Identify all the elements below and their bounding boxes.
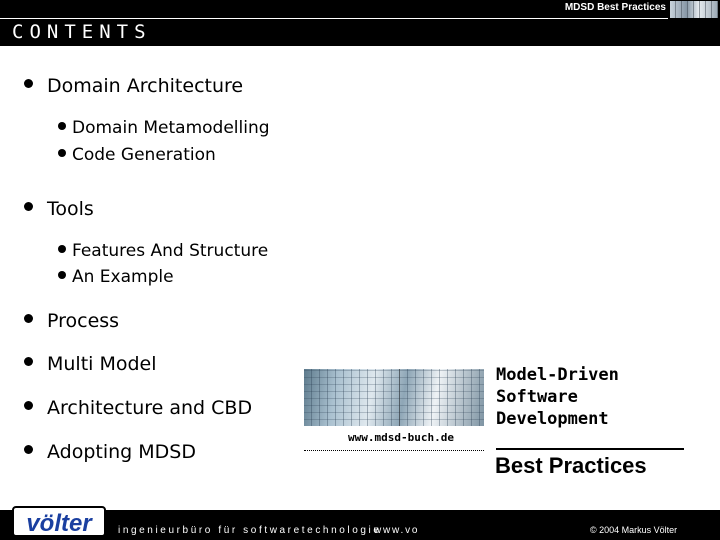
- bullet-icon: [24, 400, 33, 410]
- bullet-icon: [58, 245, 66, 253]
- bullet-icon: [24, 313, 33, 323]
- book-cover-image: [304, 369, 484, 426]
- contents-item-label: Domain Architecture: [47, 75, 244, 97]
- contents-item-label: Tools: [47, 198, 94, 220]
- contents-subitem-features-and-structure: Features And Structure: [58, 241, 268, 261]
- contents-subitem-label: Features And Structure: [72, 241, 269, 261]
- book-subtitle: Best Practices: [495, 453, 647, 478]
- bullet-icon: [24, 444, 33, 454]
- bullet-icon: [24, 78, 33, 88]
- contents-item-label: Process: [47, 310, 120, 332]
- book-divider: [304, 450, 484, 451]
- contents-item-multi-model: Multi Model: [24, 353, 157, 375]
- bullet-icon: [58, 271, 66, 279]
- header-building-image: [670, 1, 718, 18]
- footer-url: www.vo: [374, 525, 420, 536]
- contents-item-tools: Tools: [24, 198, 94, 220]
- header-label: MDSD Best Practices: [564, 2, 666, 13]
- contents-subitem-domain-metamodelling: Domain Metamodelling: [58, 118, 270, 138]
- bullet-icon: [24, 356, 33, 366]
- contents-item-label: Adopting MDSD: [47, 441, 196, 463]
- contents-item-process: Process: [24, 310, 119, 332]
- bullet-icon: [58, 122, 66, 130]
- bullet-icon: [24, 201, 33, 211]
- contents-subitem-label: Domain Metamodelling: [72, 118, 270, 138]
- contents-subitem-an-example: An Example: [58, 267, 174, 287]
- book-title-line: Software: [496, 387, 578, 407]
- page-title: CONTENTS: [12, 21, 152, 43]
- contents-item-label: Multi Model: [47, 353, 157, 375]
- contents-item-architecture-and-cbd: Architecture and CBD: [24, 397, 252, 419]
- book-title-line: Development: [496, 409, 609, 429]
- bullet-icon: [58, 149, 66, 157]
- contents-item-label: Architecture and CBD: [47, 397, 253, 419]
- book-url: www.mdsd-buch.de: [348, 431, 454, 444]
- footer-copyright: © 2004 Markus Völter: [590, 525, 678, 535]
- book-title-line: Model-Driven: [496, 365, 619, 385]
- contents-item-adopting-mdsd: Adopting MDSD: [24, 441, 196, 463]
- header-rule: [0, 18, 668, 19]
- contents-subitem-label: Code Generation: [72, 145, 216, 165]
- contents-subitem-code-generation: Code Generation: [58, 145, 216, 165]
- voelter-logo: völter: [12, 506, 106, 537]
- contents-item-domain-architecture: Domain Architecture: [24, 75, 243, 97]
- footer-tagline: ingenieurbüro für softwaretechnologie: [118, 525, 382, 536]
- book-title-rule: [496, 448, 684, 450]
- book-title: Model-Driven Software Development: [496, 364, 696, 430]
- contents-subitem-label: An Example: [72, 267, 174, 287]
